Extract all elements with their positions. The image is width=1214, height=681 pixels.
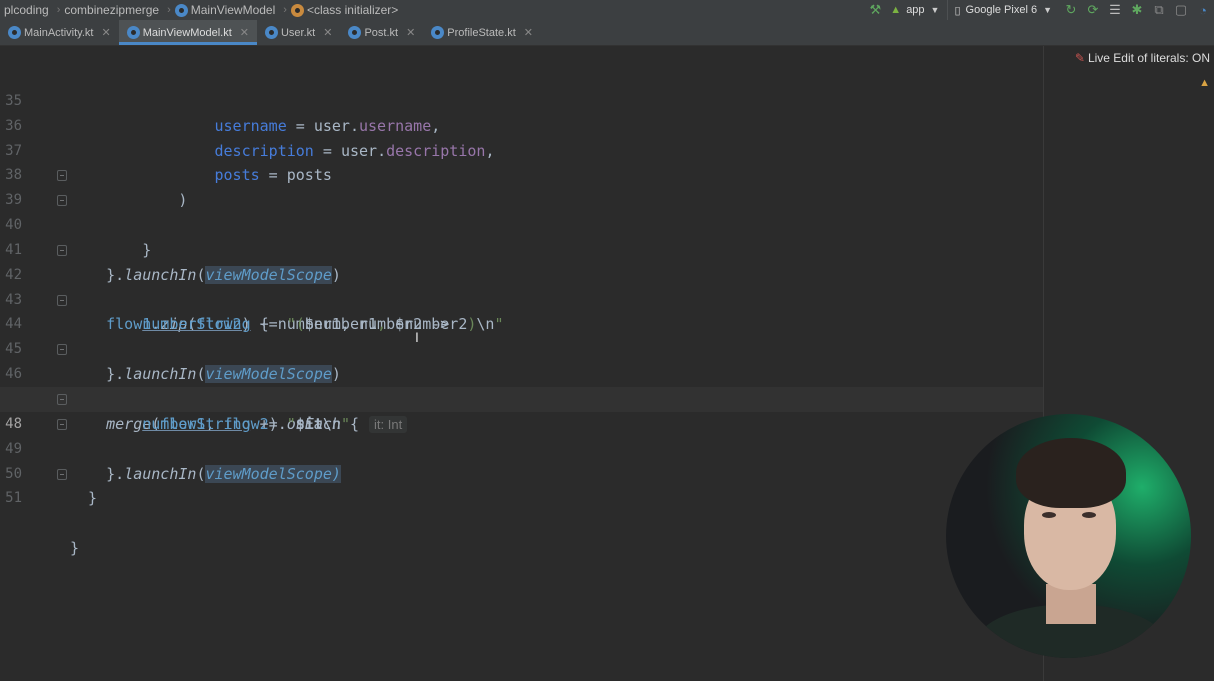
- stop-icon[interactable]: ▢: [1170, 0, 1192, 20]
- kotlin-file-icon: [8, 26, 21, 39]
- warning-icon[interactable]: ▲: [1199, 77, 1210, 89]
- breadcrumb-package[interactable]: combinezipmerge: [64, 3, 159, 17]
- code-area[interactable]: 35 username = user.username, 36 descript…: [0, 64, 1043, 557]
- code-line: 43 numberString += "($number1, $number2)…: [0, 263, 1043, 334]
- apply-changes-icon[interactable]: ↻: [1060, 0, 1082, 20]
- apply-code-changes-icon[interactable]: ⟳: [1082, 0, 1104, 20]
- line-number: 51: [5, 490, 22, 507]
- breadcrumb-separator-icon: ›: [167, 4, 171, 16]
- chevron-down-icon: ▼: [930, 5, 940, 15]
- breadcrumb-label: MainViewModel: [190, 3, 276, 17]
- kotlin-file-icon: [431, 26, 445, 39]
- close-icon[interactable]: ✕: [524, 26, 533, 39]
- presenter-eye: [1042, 512, 1056, 518]
- kotlin-class-icon: [174, 3, 188, 17]
- fold-icon[interactable]: [57, 195, 67, 207]
- breadcrumb-label: plcoding: [4, 3, 49, 17]
- code-line: 35 username = user.username,: [0, 64, 1043, 135]
- code-line: 39 }: [0, 163, 1043, 259]
- editor-tab-bar: MainActivity.kt ✕ MainViewModel.kt ✕ Use…: [0, 20, 1214, 46]
- android-icon: ▲: [890, 4, 902, 16]
- fold-icon[interactable]: [57, 344, 67, 356]
- fold-icon[interactable]: [57, 418, 67, 430]
- fold-icon[interactable]: [57, 244, 67, 256]
- breadcrumb-separator-icon: ›: [56, 4, 61, 16]
- initializer-icon: [290, 3, 304, 17]
- presenter-hair: [1016, 438, 1126, 508]
- kotlin-file-icon: [348, 26, 362, 39]
- code-line: 49 }: [0, 412, 1043, 507]
- code-line: 50: [0, 437, 1043, 482]
- live-edit-label: Live Edit of literals: ON: [1087, 51, 1210, 65]
- code-line: 46 merge(flow1, flow2).onEach {it: Int: [0, 337, 1043, 433]
- live-edit-indicator[interactable]: ✎ Live Edit of literals: ON: [1075, 51, 1210, 65]
- tab-label: MainActivity.kt: [24, 26, 94, 39]
- close-icon[interactable]: ✕: [406, 26, 415, 39]
- attach-debugger-icon[interactable]: ⧉: [1148, 0, 1170, 20]
- tab-label: MainViewModel.kt: [142, 26, 232, 39]
- current-code-line: 48 }.launchIn(viewModelScope): [0, 386, 1043, 483]
- run-configuration-dropdown[interactable]: ▲ app ▼: [886, 4, 947, 16]
- debug-icon[interactable]: ✱: [1126, 0, 1148, 20]
- tab-label: ProfileState.kt: [447, 26, 516, 39]
- live-edit-icon: ✎: [1074, 51, 1085, 65]
- code-line: 51 }: [0, 462, 1043, 557]
- tab-label: Post.kt: [364, 26, 399, 39]
- kotlin-file-icon: [126, 26, 140, 39]
- fold-icon[interactable]: [57, 170, 67, 182]
- code-line: 47 numberString += "$it\n": [0, 362, 1043, 433]
- breadcrumb-label: combinezipmerge: [64, 3, 160, 17]
- webcam-overlay: [946, 414, 1191, 658]
- text-cursor-icon: I: [415, 329, 419, 345]
- breadcrumb-separator-icon: ›: [283, 4, 287, 16]
- breadcrumb-label: <class initializer>: [306, 3, 399, 17]
- kotlin-file-icon: [264, 26, 278, 39]
- close-icon[interactable]: ✕: [323, 26, 332, 39]
- presenter-eye: [1082, 512, 1096, 518]
- code-line: 38 ): [0, 139, 1043, 209]
- tab-post[interactable]: Post.kt ✕: [340, 20, 423, 45]
- chevron-down-icon: ▼: [1043, 5, 1052, 15]
- code-line: 40 }.launchIn(viewModelScope): [0, 188, 1043, 284]
- breadcrumb-project[interactable]: plcoding: [0, 3, 49, 17]
- code-text: }: [70, 539, 80, 558]
- code-line: 36 description = user.description,: [0, 89, 1043, 160]
- device-dropdown[interactable]: ▯ Google Pixel 6 ▼: [947, 0, 1060, 20]
- navigation-bar: plcoding › combinezipmerge › MainViewMod…: [0, 0, 1214, 20]
- code-line: 41: [0, 213, 1043, 258]
- code-line: 42 flow1.zip(flow2) { number1, number2 -…: [0, 238, 1043, 333]
- tab-profilestate[interactable]: ProfileState.kt ✕: [423, 20, 541, 45]
- list-icon[interactable]: ☰: [1104, 0, 1126, 20]
- presenter-neck: [1046, 584, 1096, 624]
- hammer-icon[interactable]: ⚒: [864, 0, 886, 20]
- fold-icon[interactable]: [57, 294, 67, 306]
- run-config-label: app: [906, 4, 925, 16]
- device-label: Google Pixel 6: [965, 4, 1038, 16]
- profiler-icon[interactable]: ◔: [1192, 0, 1214, 20]
- toolbar-right: ⚒ ▲ app ▼ ▯ Google Pixel 6 ▼ ↻ ⟳ ☰ ✱ ⧉ ▢…: [864, 0, 1214, 20]
- code-text: }: [70, 489, 98, 508]
- fold-icon[interactable]: [57, 468, 67, 480]
- code-line: 37 posts = posts: [0, 114, 1043, 185]
- fold-icon[interactable]: [57, 393, 67, 405]
- breadcrumb-class[interactable]: MainViewModel: [174, 3, 276, 17]
- tab-mainactivity[interactable]: MainActivity.kt ✕: [0, 20, 119, 45]
- breadcrumb-initializer[interactable]: <class initializer>: [290, 3, 399, 17]
- tab-mainviewmodel[interactable]: MainViewModel.kt ✕: [118, 20, 258, 45]
- close-icon[interactable]: ✕: [240, 26, 249, 39]
- code-line: 45: [0, 312, 1043, 357]
- tab-user[interactable]: User.kt ✕: [257, 20, 340, 45]
- tab-label: User.kt: [280, 26, 316, 39]
- phone-icon: ▯: [954, 4, 961, 17]
- close-icon[interactable]: ✕: [101, 26, 110, 39]
- code-line: 44 }.launchIn(viewModelScope): [0, 288, 1043, 384]
